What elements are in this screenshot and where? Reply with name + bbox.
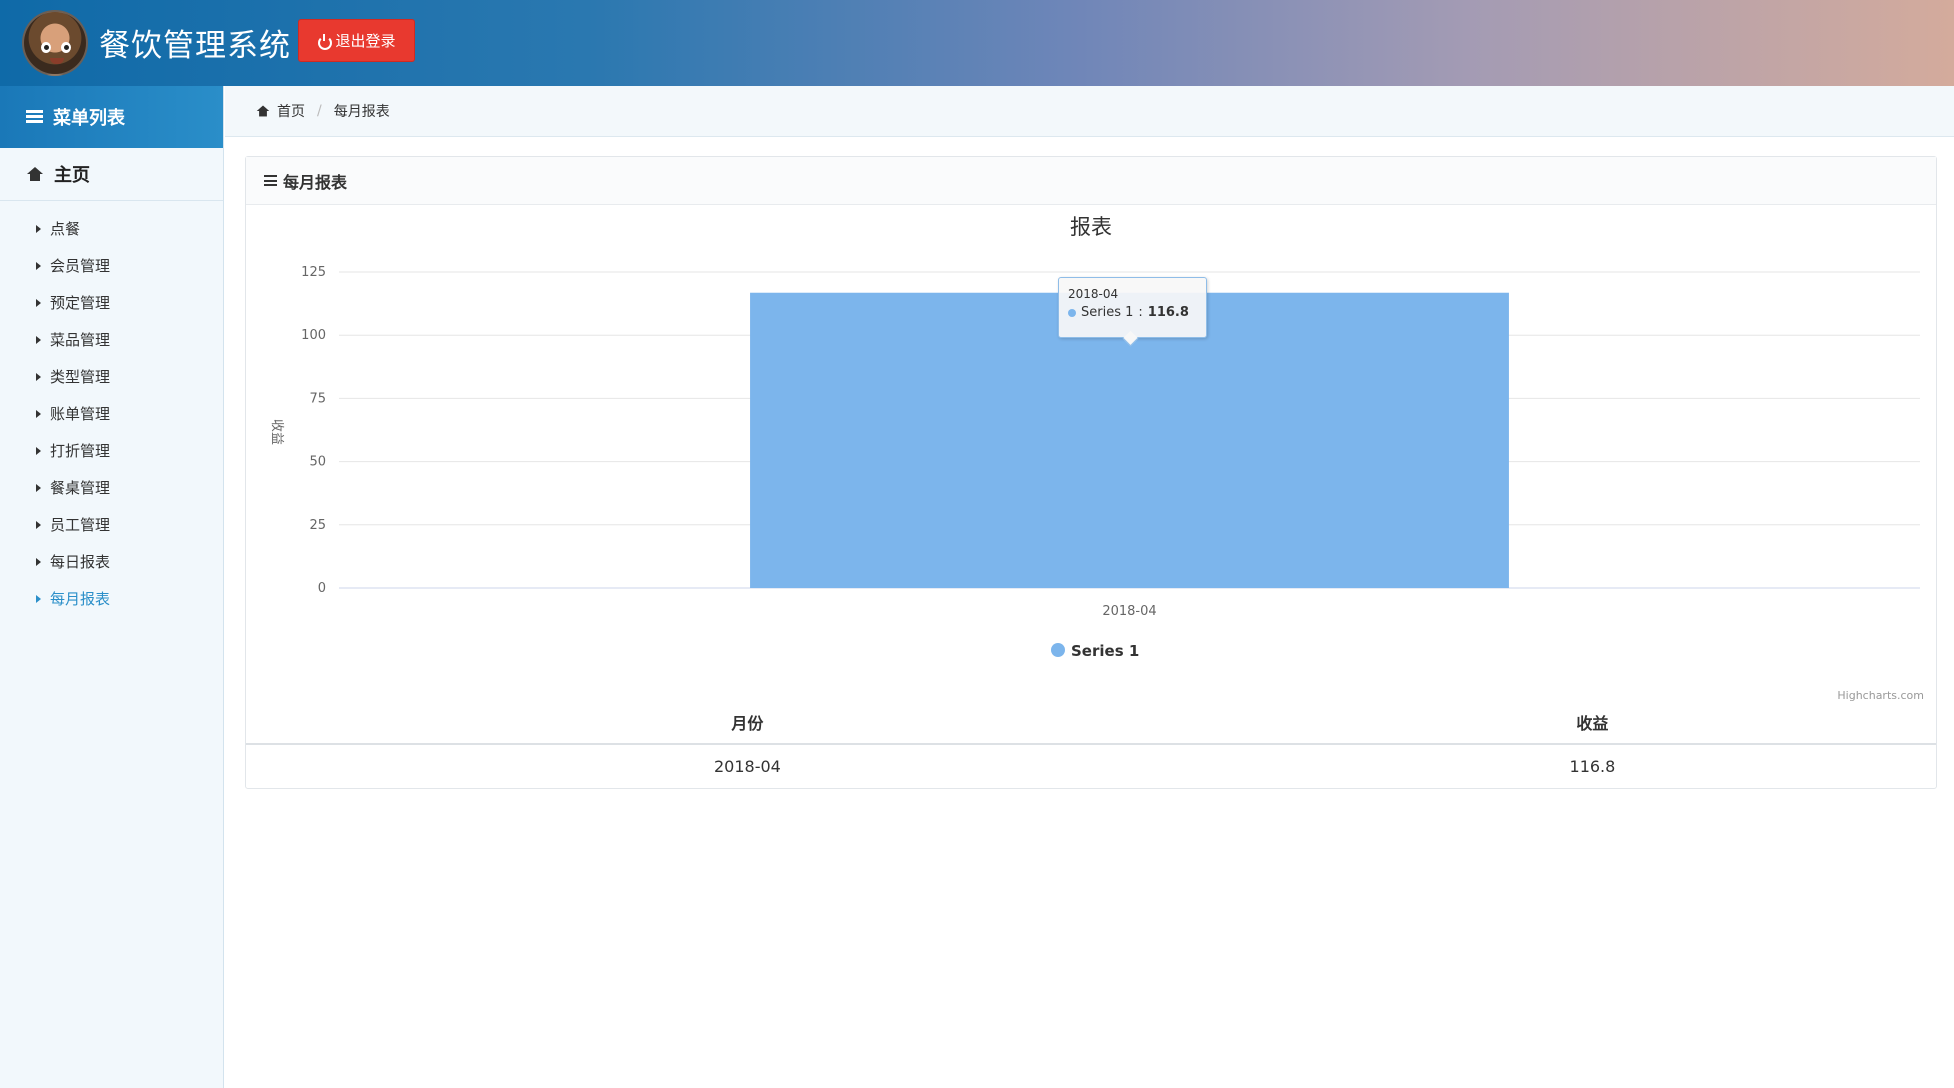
y-tick-label: 50 (309, 455, 326, 470)
y-axis-label: 收益 (269, 419, 284, 445)
sidebar-item-label: 预定管理 (50, 294, 111, 312)
sidebar-sub-menu: 点餐会员管理预定管理菜品管理类型管理账单管理打折管理餐桌管理员工管理每日报表每月… (0, 201, 223, 617)
sidebar-item-label: 员工管理 (50, 516, 111, 534)
tooltip-separator: : (1138, 305, 1143, 320)
breadcrumb-home-label: 首页 (277, 104, 305, 120)
sidebar-item-label: 每月报表 (50, 590, 111, 608)
report-table: 月份 收益 2018-04 116.8 (246, 701, 1936, 787)
top-header: 餐饮管理系统 退出登录 (0, 0, 1954, 86)
caret-right-icon (36, 557, 41, 566)
x-tick-label: 2018-04 (1102, 604, 1156, 619)
caret-right-icon (36, 446, 41, 455)
home-icon (27, 167, 43, 181)
legend-label: Series 1 (1071, 642, 1139, 660)
sidebar-item-label: 菜品管理 (50, 331, 111, 349)
logout-label: 退出登录 (335, 32, 396, 50)
table-row: 2018-04 116.8 (246, 744, 1936, 787)
sidebar-item[interactable]: 打折管理 (0, 432, 223, 469)
caret-right-icon (36, 335, 41, 344)
menu-list-title: 菜单列表 (53, 108, 125, 129)
tooltip-value: 116.8 (1147, 305, 1189, 320)
caret-right-icon (36, 594, 41, 603)
y-tick-label: 100 (301, 328, 326, 343)
sidebar-item-label: 每日报表 (50, 553, 111, 571)
legend-marker (1051, 643, 1065, 657)
table-header-revenue: 收益 (1248, 701, 1936, 745)
logout-button[interactable]: 退出登录 (298, 19, 415, 62)
sidebar-item[interactable]: 餐桌管理 (0, 469, 223, 506)
home-icon (256, 105, 270, 117)
chart-title: 报表 (1070, 215, 1112, 239)
panel-header: 每月报表 (246, 157, 1936, 205)
table-header-row: 月份 收益 (246, 701, 1936, 745)
breadcrumb-home[interactable]: 首页 (255, 101, 305, 121)
sidebar-home[interactable]: 主页 (0, 148, 223, 201)
sidebar-item[interactable]: 账单管理 (0, 395, 223, 432)
menu-list-header: 菜单列表 (0, 86, 223, 148)
power-icon (317, 33, 333, 50)
y-tick-label: 25 (309, 518, 326, 533)
tooltip-category: 2018-04 (1068, 287, 1119, 301)
chart-container: 报表 0 25 50 75 100 125 收益 2018-04 Series 1 2018-04… (246, 205, 1936, 702)
app-title: 餐饮管理系统 (99, 28, 291, 64)
caret-right-icon (36, 409, 41, 418)
sidebar-item-label: 账单管理 (50, 405, 111, 423)
bars-icon (264, 175, 277, 186)
caret-right-icon (36, 298, 41, 307)
breadcrumb: 首页 / 每月报表 (225, 86, 1954, 137)
sidebar-item[interactable]: 员工管理 (0, 506, 223, 543)
caret-right-icon (36, 520, 41, 529)
caret-right-icon (36, 224, 41, 233)
sidebar-item-label: 餐桌管理 (50, 479, 111, 497)
y-tick-label: 125 (301, 265, 326, 280)
tooltip-series-name: Series 1 (1081, 305, 1134, 320)
list-icon (26, 110, 43, 124)
caret-right-icon (36, 483, 41, 492)
table-cell-month: 2018-04 (713, 756, 781, 776)
y-tick-label: 75 (309, 391, 326, 406)
panel-title: 每月报表 (283, 172, 348, 192)
sidebar-item-label: 类型管理 (50, 368, 111, 386)
chart-tooltip: 2018-04 Series 1: 116.8 (1058, 277, 1207, 338)
sidebar-home-label: 主页 (54, 165, 90, 186)
table-cell-revenue: 116.8 (1569, 756, 1616, 776)
breadcrumb-current: 每月报表 (333, 104, 390, 120)
sidebar-item[interactable]: 每日报表 (0, 543, 223, 580)
sidebar-item[interactable]: 点餐 (0, 210, 223, 247)
monthly-report-panel: 每月报表 报表 0 25 50 75 100 125 收益 2018-04 Series 1 20… (245, 156, 1937, 789)
sidebar-item[interactable]: 会员管理 (0, 247, 223, 284)
tooltip-series-dot (1068, 308, 1076, 317)
y-tick-label: 0 (318, 581, 326, 596)
sidebar-item[interactable]: 每月报表 (0, 580, 223, 617)
sidebar-item-label: 点餐 (50, 220, 81, 238)
breadcrumb-separator: / (317, 103, 322, 119)
user-avatar (22, 10, 88, 76)
table-header-month: 月份 (246, 701, 1249, 745)
sidebar-item[interactable]: 类型管理 (0, 358, 223, 395)
sidebar-item-label: 会员管理 (50, 257, 111, 275)
caret-right-icon (36, 372, 41, 381)
caret-right-icon (36, 261, 41, 270)
sidebar-item[interactable]: 预定管理 (0, 284, 223, 321)
sidebar-item[interactable]: 菜品管理 (0, 321, 223, 358)
sidebar-item-label: 打折管理 (50, 442, 111, 460)
sidebar: 菜单列表 主页 点餐会员管理预定管理菜品管理类型管理账单管理打折管理餐桌管理员工… (0, 86, 224, 1088)
